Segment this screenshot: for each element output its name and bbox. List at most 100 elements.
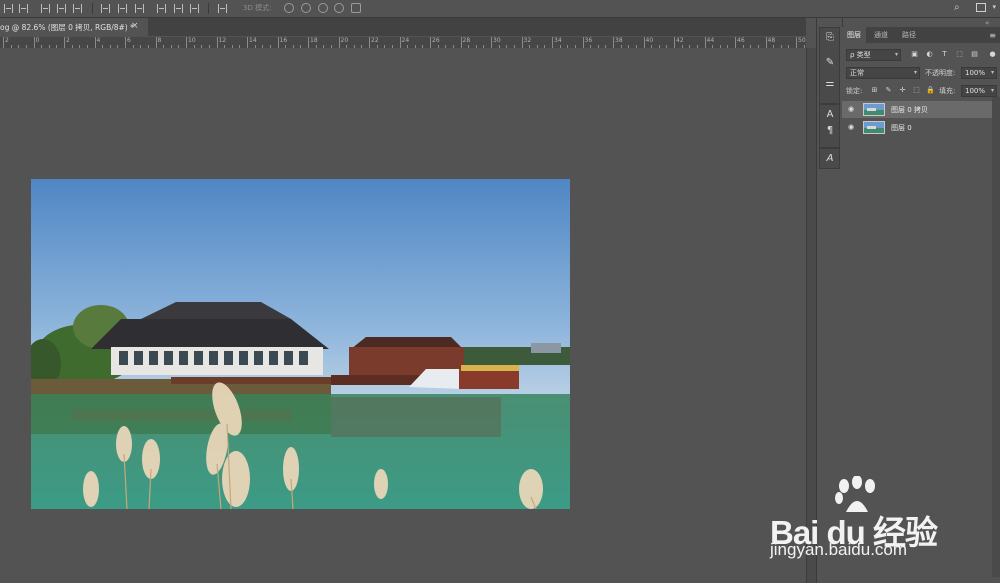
character-icon[interactable]: A [823, 108, 837, 122]
auto-align-icon[interactable] [218, 4, 227, 13]
adjustments-icon[interactable]: ⚌ [823, 77, 837, 91]
ruler-major-tick [582, 37, 584, 48]
chevron-down-icon[interactable]: ▾ [992, 3, 996, 11]
ruler-label: 50 [798, 37, 806, 44]
3d-pan-icon[interactable] [318, 3, 328, 13]
tab-channels[interactable]: 通道 [869, 27, 893, 43]
chevron-down-icon: ▾ [913, 69, 917, 76]
filter-pixel-icon[interactable]: ▣ [910, 50, 919, 59]
distribute-center-icon[interactable] [135, 4, 144, 13]
ruler-major-tick [33, 37, 35, 48]
distribute-top-icon[interactable] [118, 4, 127, 13]
chevron-down-icon: ▾ [990, 87, 994, 94]
thumbnail-image [864, 122, 884, 133]
document-tab[interactable]: og @ 82.6% (图层 0 拷贝, RGB/8#) * × [0, 18, 148, 36]
ruler-label: 22 [371, 37, 379, 44]
panel-tabs: 图层 通道 路径 ≡ [842, 27, 1000, 43]
tool-group-1: ⎘ ✎ ⚌ [819, 27, 840, 104]
ruler-label: 16 [279, 37, 288, 44]
distribute-bottom-icon[interactable] [157, 4, 166, 13]
glyphs-icon[interactable]: A [823, 152, 837, 166]
align-bottom-icon[interactable] [101, 4, 110, 13]
align-top-icon[interactable] [57, 4, 66, 13]
filter-shape-icon[interactable]: ⬚ [955, 50, 964, 59]
options-bar: 3D 模式: ⌕ ▾ [0, 0, 1000, 18]
ruler-label: 8 [157, 37, 162, 44]
panel-menu-icon[interactable]: ≡ [989, 31, 996, 40]
ruler-label: 30 [493, 37, 501, 44]
ruler-major-tick [735, 37, 736, 48]
distribute-right-icon[interactable] [190, 4, 199, 13]
filter-smartobject-icon[interactable]: ▤ [970, 50, 979, 59]
filter-type-icon[interactable]: T [940, 50, 949, 59]
blend-mode-value: 正常 [850, 69, 864, 77]
blend-mode-dropdown[interactable]: 正常 ▾ [846, 67, 920, 79]
ruler-major-tick [216, 37, 218, 48]
filter-toggle-icon[interactable]: ● [988, 50, 997, 59]
tab-paths[interactable]: 路径 [897, 27, 921, 43]
layer-name: 图层 0 [891, 124, 912, 132]
close-icon[interactable]: × [131, 21, 139, 31]
layer-name: 图层 0 拷贝 [891, 106, 928, 114]
ruler-major-tick [247, 37, 248, 48]
ruler-major-tick [369, 37, 370, 48]
ruler-major-tick [460, 37, 462, 48]
ruler-label: 48 [767, 37, 776, 44]
opacity-value: 100% [965, 69, 986, 77]
ruler-label: 0 [35, 37, 40, 44]
layer-thumbnail [863, 121, 885, 134]
lock-pixels-icon[interactable]: ✎ [884, 86, 893, 95]
ruler-major-tick [64, 37, 65, 48]
distribute-horizontal-icon[interactable] [174, 4, 183, 13]
ruler-label: 34 [554, 37, 562, 44]
ruler-major-tick [399, 37, 401, 48]
ruler-major-tick [308, 37, 309, 48]
eye-icon[interactable]: ◉ [848, 123, 856, 131]
ruler-label: 24 [401, 37, 410, 44]
3d-slide-icon[interactable] [334, 3, 344, 13]
align-right-icon[interactable] [41, 4, 50, 13]
align-middle-icon[interactable] [73, 4, 82, 13]
align-left-icon[interactable] [4, 4, 13, 13]
filter-kind-dropdown[interactable]: ρ 类型 ▾ [846, 49, 901, 61]
layer-row[interactable]: ◉ 图层 0 拷贝 [842, 101, 992, 118]
paragraph-icon[interactable]: ¶ [823, 124, 837, 138]
lock-transparent-icon[interactable]: ⊞ [870, 86, 879, 95]
lock-all-icon[interactable]: 🔒 [926, 86, 935, 95]
ruler-label: 14 [249, 37, 257, 44]
ruler-major-tick [613, 37, 614, 48]
tab-layers[interactable]: 图层 [842, 27, 866, 43]
lock-artboard-icon[interactable]: ⬚ [912, 86, 921, 95]
ruler-major-tick [765, 37, 767, 48]
ruler-major-tick [704, 37, 706, 48]
ruler-label: 42 [676, 37, 684, 44]
3d-roll-icon[interactable] [301, 3, 311, 13]
3d-rotate-icon[interactable] [284, 3, 294, 13]
ruler-major-tick [186, 37, 187, 48]
document-image[interactable] [31, 179, 570, 509]
history-brush-icon[interactable]: ⎘ [823, 31, 837, 45]
panel-collapse-icon[interactable]: « [985, 19, 989, 27]
opacity-input[interactable]: 100% ▾ [961, 67, 997, 79]
ruler-major-tick [491, 37, 492, 48]
ruler-label: 4 [96, 37, 101, 44]
align-center-icon[interactable] [19, 4, 28, 13]
search-icon[interactable]: ⌕ [954, 2, 966, 14]
brush-icon[interactable]: ✎ [823, 56, 837, 70]
lock-position-icon[interactable]: ✛ [898, 86, 907, 95]
3d-scale-icon[interactable] [351, 3, 361, 13]
eye-icon[interactable]: ◉ [848, 105, 856, 113]
ruler-major-tick [674, 37, 675, 48]
fill-input[interactable]: 100% ▾ [961, 85, 997, 97]
filter-adjustment-icon[interactable]: ◐ [925, 50, 934, 59]
lock-label: 锁定: [846, 87, 863, 95]
ruler-major-tick [94, 37, 96, 48]
workspace-icon[interactable] [976, 3, 986, 12]
ruler-major-tick [796, 37, 797, 48]
document-tab-bar: og @ 82.6% (图层 0 拷贝, RGB/8#) * × [0, 18, 806, 36]
ruler-label: 10 [188, 37, 196, 44]
ruler-label: 18 [310, 37, 318, 44]
ruler-major-tick [338, 37, 340, 48]
ruler-label: 32 [523, 37, 532, 44]
layer-row[interactable]: ◉ 图层 0 [842, 119, 992, 136]
